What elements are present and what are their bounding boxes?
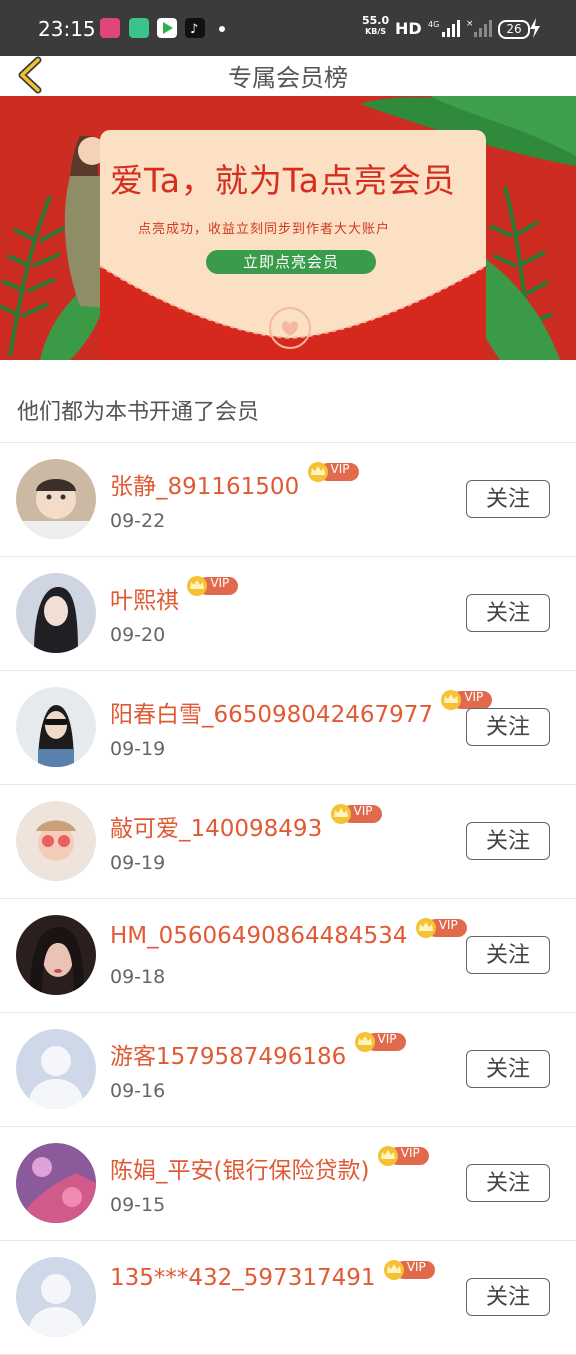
- avatar[interactable]: [16, 915, 96, 995]
- member-name[interactable]: HM_05606490864484534 VIP: [110, 918, 469, 949]
- member-name-text: 敲可爱_140098493: [110, 816, 323, 842]
- header: 专属会员榜: [0, 56, 576, 96]
- member-date: 09-19: [110, 738, 166, 760]
- vip-promo-banner[interactable]: 爱Ta，就为Ta点亮会员 点亮成功，收益立刻同步到作者大大账户 立即点亮会员: [0, 96, 576, 360]
- vip-label: VIP: [438, 918, 458, 932]
- vip-label: VIP: [464, 690, 484, 704]
- member-name-text: 135***432_597317491: [110, 1265, 376, 1291]
- status-bar: 23:15 ♪ 55.0 KB/S HD 4G × 26: [0, 0, 576, 56]
- battery-icon: 26: [498, 20, 530, 39]
- vip-badge: VIP: [383, 1260, 437, 1287]
- status-more-dot-icon: [219, 26, 225, 32]
- member-row: 张静_891161500 VIP 09-22 关注: [0, 443, 576, 557]
- app-notification-icon: [100, 18, 120, 38]
- vip-badge: VIP: [377, 1146, 431, 1173]
- follow-button[interactable]: 关注: [466, 822, 550, 860]
- banner-title: 爱Ta，就为Ta点亮会员: [110, 161, 456, 200]
- play-notification-icon: [157, 18, 177, 38]
- member-name-text: 阳春白雪_665098042467977: [110, 702, 433, 728]
- network-speed: 55.0 KB/S: [362, 14, 390, 37]
- svg-text:×: ×: [466, 19, 474, 29]
- vip-label: VIP: [210, 576, 230, 590]
- member-date: 09-18: [110, 966, 166, 988]
- member-name[interactable]: 135***432_597317491 VIP: [110, 1260, 437, 1291]
- signal-4g-icon: 4G: [428, 20, 460, 37]
- vip-label: VIP: [330, 462, 350, 476]
- avatar[interactable]: [16, 801, 96, 881]
- member-name[interactable]: 叶熙祺 VIP: [110, 576, 240, 615]
- network-speed-unit: KB/S: [365, 27, 387, 36]
- member-name[interactable]: 陈娟_平安(银行保险贷款) VIP: [110, 1146, 431, 1185]
- member-name[interactable]: 敲可爱_140098493 VIP: [110, 804, 384, 843]
- member-row: 陈娟_平安(银行保险贷款) VIP 09-15 关注: [0, 1127, 576, 1241]
- vip-badge: VIP: [307, 462, 361, 489]
- vip-label: VIP: [353, 804, 373, 818]
- follow-button[interactable]: 关注: [466, 1278, 550, 1316]
- svg-text:♪: ♪: [190, 22, 198, 37]
- tiktok-notification-icon: ♪: [185, 18, 205, 38]
- member-name-text: 张静_891161500: [110, 474, 300, 500]
- default-avatar[interactable]: [16, 1257, 96, 1337]
- member-date: 09-19: [110, 852, 166, 874]
- follow-button[interactable]: 关注: [466, 1050, 550, 1088]
- member-list: 张静_891161500 VIP 09-22 关注 叶熙祺 VIP 09-20 …: [0, 443, 576, 1355]
- member-name-text: 陈娟_平安(银行保险贷款): [110, 1158, 370, 1184]
- vip-badge: VIP: [415, 918, 469, 945]
- follow-button[interactable]: 关注: [466, 708, 550, 746]
- member-date: 09-20: [110, 624, 166, 646]
- vip-badge: VIP: [330, 804, 384, 831]
- member-name[interactable]: 阳春白雪_665098042467977 VIP: [110, 690, 494, 729]
- member-date: 09-15: [110, 1194, 166, 1216]
- vip-label: VIP: [400, 1146, 420, 1160]
- avatar[interactable]: [16, 1143, 96, 1223]
- avatar[interactable]: [16, 459, 96, 539]
- section-title: 他们都为本书开通了会员: [17, 400, 260, 425]
- vip-label: VIP: [406, 1260, 426, 1274]
- follow-button[interactable]: 关注: [466, 594, 550, 632]
- avatar[interactable]: [16, 687, 96, 767]
- book-app-notification-icon: [129, 18, 149, 38]
- hd-indicator: HD: [395, 19, 422, 38]
- member-row: 游客1579587496186 VIP 09-16 关注: [0, 1013, 576, 1127]
- member-row: 敲可爱_140098493 VIP 09-19 关注: [0, 785, 576, 899]
- vip-badge: VIP: [186, 576, 240, 603]
- member-row: 135***432_597317491 VIP 关注: [0, 1241, 576, 1355]
- member-date: 09-16: [110, 1080, 166, 1102]
- default-avatar[interactable]: [16, 1029, 96, 1109]
- member-name-text: HM_05606490864484534: [110, 923, 408, 949]
- signal-no-sim-icon: ×: [466, 19, 492, 37]
- member-row: HM_05606490864484534 VIP 09-18 关注: [0, 899, 576, 1013]
- member-name-text: 叶熙祺: [110, 588, 179, 614]
- member-name[interactable]: 游客1579587496186 VIP: [110, 1032, 408, 1071]
- vip-badge: VIP: [354, 1032, 408, 1059]
- vip-label: VIP: [377, 1032, 397, 1046]
- status-time: 23:15: [38, 17, 96, 41]
- activate-vip-button[interactable]: 立即点亮会员: [206, 250, 376, 274]
- member-name[interactable]: 张静_891161500 VIP: [110, 462, 361, 501]
- member-name-text: 游客1579587496186: [110, 1044, 347, 1070]
- follow-button[interactable]: 关注: [466, 1164, 550, 1202]
- banner-subtitle: 点亮成功，收益立刻同步到作者大大账户: [138, 222, 391, 237]
- svg-text:4G: 4G: [428, 20, 439, 29]
- member-row: 叶熙祺 VIP 09-20 关注: [0, 557, 576, 671]
- follow-button[interactable]: 关注: [466, 936, 550, 974]
- member-date: 09-22: [110, 510, 166, 532]
- charging-icon: [530, 18, 540, 38]
- member-row: 阳春白雪_665098042467977 VIP 09-19 关注: [0, 671, 576, 785]
- follow-button[interactable]: 关注: [466, 480, 550, 518]
- network-speed-value: 55.0: [362, 14, 390, 27]
- page-title: 专属会员榜: [228, 64, 348, 92]
- avatar[interactable]: [16, 573, 96, 653]
- section-header: 他们都为本书开通了会员: [0, 360, 576, 443]
